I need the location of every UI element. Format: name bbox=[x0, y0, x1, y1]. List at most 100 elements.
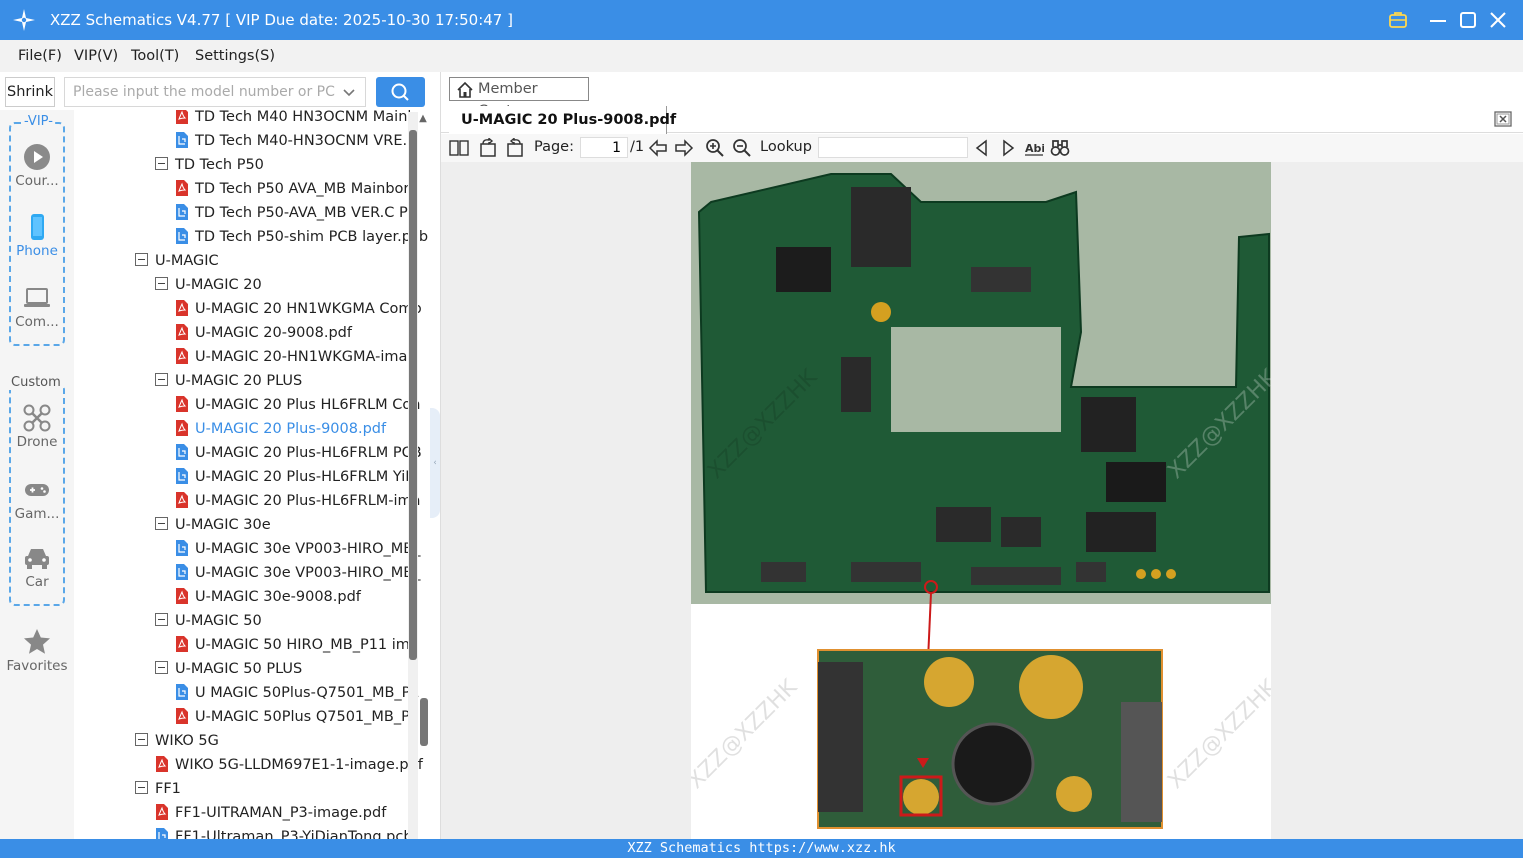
document-page[interactable]: XZZ@XZZHK XZZ@XZZHK XZZ@XZZHK XZZ@XZZHK bbox=[691, 162, 1271, 839]
minimize-icon[interactable] bbox=[1426, 8, 1450, 32]
tree-folder[interactable]: TD Tech P50 bbox=[155, 153, 264, 177]
tree-file[interactable]: TD Tech M40-HN3OCNM VRE.F bbox=[175, 129, 416, 153]
tree-folder[interactable]: U-MAGIC 20 PLUS bbox=[155, 369, 302, 393]
pdf-file-icon bbox=[176, 348, 188, 364]
collapse-toggle-icon[interactable] bbox=[155, 277, 168, 290]
tree-file[interactable]: U-MAGIC 20 HN1WKGMA Comp bbox=[175, 297, 422, 321]
category-drone[interactable]: Drone bbox=[4, 404, 70, 450]
menu-tool[interactable]: Tool(T) bbox=[131, 48, 179, 64]
tree-file[interactable]: U MAGIC 50Plus-Q7501_MB_P1 bbox=[175, 681, 420, 705]
tab-document[interactable]: U-MAGIC 20 Plus-9008.pdf bbox=[449, 106, 676, 134]
lookup-input[interactable] bbox=[818, 137, 968, 158]
tree-folder[interactable]: U-MAGIC 50 bbox=[155, 609, 262, 633]
match-case-icon[interactable]: Abi bbox=[1024, 138, 1044, 158]
tree-folder[interactable]: U-MAGIC 20 bbox=[155, 273, 262, 297]
tree-file[interactable]: U-MAGIC 20 Plus-HL6FRLM-ima bbox=[175, 489, 421, 513]
category-car[interactable]: Car bbox=[4, 544, 70, 590]
tree-file[interactable]: FF1-UITRAMAN_P3-image.pdf bbox=[155, 801, 386, 825]
find-next-icon[interactable] bbox=[998, 138, 1018, 158]
collapse-toggle-icon[interactable] bbox=[135, 253, 148, 266]
tree-file[interactable]: U-MAGIC 30e-9008.pdf bbox=[175, 585, 361, 609]
pcb-file-icon bbox=[176, 684, 188, 700]
collapse-toggle-icon[interactable] bbox=[135, 733, 148, 746]
tree-item-label: FF1 bbox=[155, 781, 181, 797]
tree-folder[interactable]: FF1 bbox=[135, 777, 181, 801]
page-total: /1 bbox=[630, 139, 645, 155]
collapse-toggle-icon[interactable] bbox=[155, 613, 168, 626]
close-tab-icon[interactable] bbox=[1493, 110, 1513, 128]
favorites[interactable]: Favorites bbox=[4, 628, 70, 674]
pcb-file-icon bbox=[176, 468, 188, 484]
tree-file[interactable]: TD Tech P50 AVA_MB Mainbor bbox=[175, 177, 409, 201]
zoom-in-icon[interactable] bbox=[705, 138, 725, 158]
previous-page-icon[interactable] bbox=[648, 138, 668, 158]
tree-folder[interactable]: U-MAGIC bbox=[135, 249, 219, 273]
page-number-input[interactable] bbox=[580, 137, 628, 158]
scroll-up-icon[interactable]: ▲ bbox=[418, 113, 428, 125]
briefcase-icon[interactable] bbox=[1386, 8, 1410, 32]
tree-file[interactable]: TD Tech M40 HN3OCNM Mainb bbox=[175, 110, 417, 129]
tree-scrollbar-thumb[interactable] bbox=[409, 130, 417, 660]
menu-file[interactable]: File(F) bbox=[18, 48, 62, 64]
tree-file[interactable]: U-MAGIC 20 Plus HL6FRLM Con bbox=[175, 393, 420, 417]
two-page-view-icon[interactable] bbox=[449, 138, 469, 158]
collapse-toggle-icon[interactable] bbox=[155, 661, 168, 674]
tree-scrollbar-thumb-secondary[interactable] bbox=[420, 698, 428, 746]
pdf-file-icon bbox=[176, 492, 188, 508]
next-page-icon[interactable] bbox=[674, 138, 694, 158]
tree-file[interactable]: U-MAGIC 20 Plus-9008.pdf bbox=[175, 417, 386, 441]
tree-item-label: WIKO 5G-LLDM697E1-1-image.pdf bbox=[175, 757, 423, 773]
tree-item-label: U-MAGIC 20 Plus-HL6FRLM-ima bbox=[195, 493, 421, 509]
maximize-icon[interactable] bbox=[1456, 8, 1480, 32]
category-computer[interactable]: Com... bbox=[4, 284, 70, 330]
panel-collapse-handle[interactable]: ‹ bbox=[430, 408, 440, 518]
tree-folder[interactable]: U-MAGIC 30e bbox=[155, 513, 271, 537]
search-button[interactable] bbox=[376, 77, 425, 107]
tree-item-label: U-MAGIC 20-9008.pdf bbox=[195, 325, 352, 341]
tree-item-label: U MAGIC 50Plus-Q7501_MB_P1 bbox=[195, 685, 420, 701]
tree-file[interactable]: U-MAGIC 20-HN1WKGMA-imag bbox=[175, 345, 417, 369]
search-icon bbox=[391, 83, 409, 101]
tree-folder[interactable]: WIKO 5G bbox=[135, 729, 219, 753]
binoculars-icon[interactable] bbox=[1050, 138, 1070, 158]
tree-item-label: U-MAGIC 20 Plus HL6FRLM Con bbox=[195, 397, 421, 413]
collapse-toggle-icon[interactable] bbox=[135, 781, 148, 794]
member-center-button[interactable]: Member Center bbox=[449, 77, 589, 119]
tree-file[interactable]: WIKO 5G-LLDM697E1-1-image.pdf bbox=[155, 753, 423, 777]
category-game[interactable]: Gam... bbox=[4, 476, 70, 522]
zoom-out-icon[interactable] bbox=[732, 138, 752, 158]
tree-folder[interactable]: U-MAGIC 50 PLUS bbox=[155, 657, 302, 681]
search-input[interactable] bbox=[65, 78, 335, 106]
tree-file[interactable]: U-MAGIC 20 Plus-HL6FRLM YiD bbox=[175, 465, 416, 489]
category-courses[interactable]: Cour... bbox=[4, 143, 70, 189]
menu-settings[interactable]: Settings(S) bbox=[195, 48, 275, 64]
tree-item-label: U-MAGIC 30e VP003-HIRO_MB_ bbox=[195, 565, 421, 581]
tree-file[interactable]: U-MAGIC 20-9008.pdf bbox=[175, 321, 352, 345]
collapse-toggle-icon[interactable] bbox=[155, 373, 168, 386]
tree-file[interactable]: FF1-Ultraman_P3-YiDianTong.pcb bbox=[155, 825, 413, 840]
tree-file[interactable]: TD Tech P50-shim PCB layer.pcb bbox=[175, 225, 428, 249]
collapse-toggle-icon[interactable] bbox=[155, 517, 168, 530]
tree-file[interactable]: U-MAGIC 30e VP003-HIRO_MB_ bbox=[175, 561, 420, 585]
camera-cutout bbox=[891, 327, 1061, 432]
custom-group-label: Custom bbox=[9, 375, 63, 390]
find-previous-icon[interactable] bbox=[972, 138, 992, 158]
tree-file[interactable]: U-MAGIC 30e VP003-HIRO_MB_ bbox=[175, 537, 420, 561]
tree-item-label: WIKO 5G bbox=[155, 733, 219, 749]
tree-file[interactable]: U-MAGIC 50 HIRO_MB_P11 ima bbox=[175, 633, 419, 657]
category-phone[interactable]: Phone bbox=[4, 213, 70, 259]
tree-file[interactable]: TD Tech P50-AVA_MB VER.C PC bbox=[175, 201, 418, 225]
close-icon[interactable] bbox=[1486, 8, 1510, 32]
rotate-left-icon[interactable] bbox=[478, 138, 498, 158]
tree-item-label: U-MAGIC 30e-9008.pdf bbox=[195, 589, 361, 605]
rotate-right-icon[interactable] bbox=[505, 138, 525, 158]
svg-text:Abi: Abi bbox=[1025, 142, 1044, 155]
shrink-button[interactable]: Shrink bbox=[5, 77, 55, 107]
tree-file[interactable]: U-MAGIC 50Plus Q7501_MB_P1 bbox=[175, 705, 419, 729]
collapse-toggle-icon[interactable] bbox=[155, 157, 168, 170]
pcb-file-icon bbox=[176, 540, 188, 556]
tree-file[interactable]: U-MAGIC 20 Plus-HL6FRLM PCB bbox=[175, 441, 422, 465]
menu-vip[interactable]: VIP(V) bbox=[74, 48, 118, 64]
chevron-down-icon[interactable] bbox=[341, 84, 357, 100]
tree-item-label: TD Tech P50-AVA_MB VER.C PC bbox=[195, 205, 418, 221]
